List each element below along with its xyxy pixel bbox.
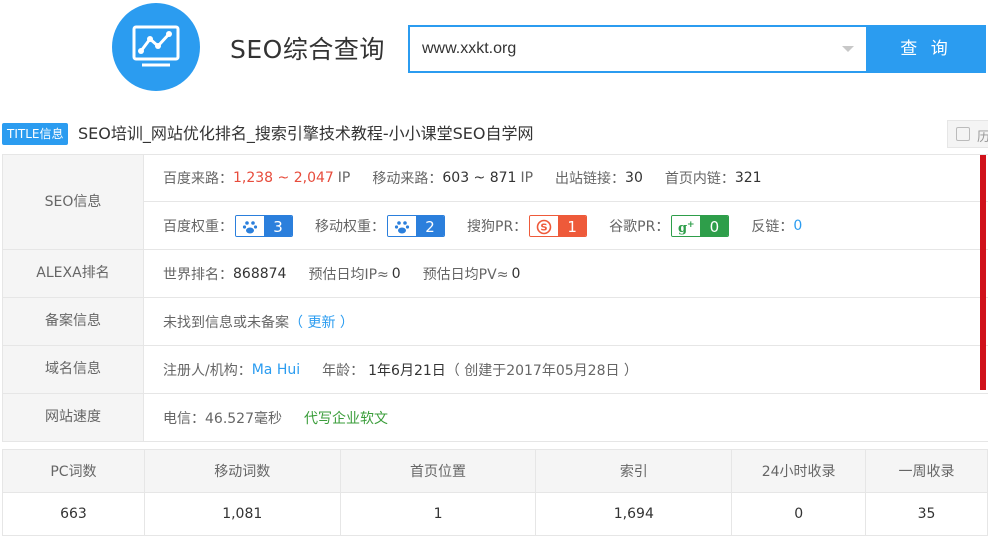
index-header: 索引	[535, 449, 733, 493]
daily-ip-label: 预估日均IP≈	[308, 266, 389, 283]
svg-text:+: +	[687, 220, 695, 230]
baidu-traffic-label: 百度来路：	[163, 171, 233, 187]
backlinks-value[interactable]: 0	[793, 218, 802, 234]
sogou-s-icon: S	[530, 215, 559, 236]
google-pr-value: 0	[700, 215, 729, 236]
seo-query-page: SEO综合查询 查 询 TITLE信息 SEO培训_网站优化排名_搜索引擎技术教…	[0, 0, 988, 538]
side-accent-bar	[980, 155, 986, 390]
svg-text:g: g	[678, 221, 687, 235]
icp-label: 备案信息	[2, 298, 144, 345]
page-title-text: SEO培训_网站优化排名_搜索引擎技术教程-小小课堂SEO自学网	[78, 124, 534, 143]
alexa-line: 世界排名： 868874 预估日均IP≈ 0 预估日均PV≈ 0	[144, 250, 988, 297]
search-box[interactable]	[408, 25, 866, 73]
pc-words-value[interactable]: 663	[2, 492, 145, 536]
seo-traffic-line: 百度来路： 1,238 ~ 2,047 IP 移动来路： 603 ~ 871 I…	[144, 155, 988, 202]
daily-pv-value: 0	[511, 265, 521, 282]
world-rank-value: 868874	[233, 265, 287, 282]
icp-text: 未找到信息或未备案	[163, 314, 289, 331]
baidu-weight-value: 3	[264, 215, 292, 236]
domain-line: 注册人/机构： Ma Hui 年龄： 1年6月21日 （ 创建于2017年05月…	[144, 346, 988, 393]
stats-table: PC词数 移动词数 首页位置 索引 24小时收录 一周收录 663 1,081 …	[2, 449, 988, 536]
seo-label: SEO信息	[2, 155, 144, 249]
registrant-value[interactable]: Ma Hui	[252, 362, 300, 378]
icp-line: 未找到信息或未备案 （ 更新 ）	[144, 298, 988, 345]
alexa-label: ALEXA排名	[2, 250, 144, 297]
app-title: SEO综合查询	[230, 35, 385, 64]
world-rank-label: 世界排名：	[163, 266, 233, 283]
mobile-traffic-unit: IP	[520, 170, 534, 186]
baidu-paw-icon	[236, 215, 264, 236]
seo-weight-line: 百度权重： 3 移动权重： 2 搜狗PR： S 1 谷歌PR： g + 0 反链…	[144, 202, 988, 249]
stats-value-row: 663 1,081 1 1,694 0 35	[2, 492, 988, 536]
mobile-weight-label: 移动权重：	[315, 218, 385, 235]
google-plus-icon: g +	[672, 215, 701, 236]
monitor-chart-icon	[112, 3, 200, 91]
stats-header-row: PC词数 移动词数 首页位置 索引 24小时收录 一周收录	[2, 449, 988, 493]
home-position-value: 1	[339, 492, 537, 536]
baidu-traffic-unit: IP	[337, 170, 351, 186]
mobile-traffic-label: 移动来路：	[372, 171, 443, 187]
title-badge: TITLE信息	[2, 123, 69, 145]
history-button[interactable]: 历	[947, 120, 988, 148]
search-input[interactable]	[422, 27, 832, 71]
info-table: SEO信息 百度来路： 1,238 ~ 2,047 IP 移动来路： 603 ~…	[2, 154, 988, 442]
domain-created: （ 创建于2017年05月28日 ）	[445, 362, 638, 379]
icp-update-link[interactable]: （ 更新 ）	[289, 312, 354, 332]
sogou-pr-badge[interactable]: S 1	[529, 214, 588, 237]
dropdown-caret-icon[interactable]	[842, 46, 854, 52]
inbound-label: 首页内链：	[664, 171, 735, 187]
sogou-pr-label: 搜狗PR：	[467, 218, 528, 235]
indexed-24h-value[interactable]: 0	[731, 492, 867, 536]
baidu-paw-icon	[388, 215, 416, 236]
speed-label: 网站速度	[2, 394, 144, 441]
outbound-label: 出站链接：	[555, 171, 626, 187]
baidu-weight-label: 百度权重：	[163, 218, 233, 235]
indexed-week-header: 一周收录	[865, 449, 988, 493]
home-position-header: 首页位置	[339, 449, 537, 493]
daily-ip-value: 0	[391, 265, 401, 282]
telecom-speed: 电信：46.527毫秒	[163, 410, 282, 427]
ad-link[interactable]: 代写企业软文	[304, 408, 388, 428]
query-button[interactable]: 查 询	[866, 25, 986, 73]
google-pr-badge[interactable]: g + 0	[671, 214, 730, 237]
outbound-value[interactable]: 30	[625, 170, 643, 186]
domain-label: 域名信息	[2, 346, 144, 393]
baidu-traffic-value: 1,238 ~ 2,047	[233, 170, 334, 186]
speed-line: 电信：46.527毫秒 代写企业软文	[144, 394, 988, 441]
history-label: 历	[977, 130, 988, 145]
google-pr-label: 谷歌PR：	[609, 218, 670, 235]
mobile-weight-badge[interactable]: 2	[387, 214, 445, 237]
backlinks-label: 反链：	[751, 218, 794, 235]
alexa-row: ALEXA排名 世界排名： 868874 预估日均IP≈ 0 预估日均PV≈ 0	[2, 250, 988, 298]
history-icon	[956, 127, 970, 141]
daily-pv-label: 预估日均PV≈	[422, 266, 509, 283]
svg-text:S: S	[541, 222, 548, 233]
mobile-weight-value: 2	[416, 215, 444, 236]
age-value: 1年6月21日	[368, 362, 446, 379]
mobile-traffic-value: 603 ~ 871	[442, 170, 517, 186]
speed-row: 网站速度 电信：46.527毫秒 代写企业软文	[2, 394, 988, 442]
registrant-label: 注册人/机构：	[163, 362, 252, 379]
sogou-pr-value: 1	[558, 215, 587, 236]
baidu-weight-badge[interactable]: 3	[235, 214, 293, 237]
icp-row: 备案信息 未找到信息或未备案 （ 更新 ）	[2, 298, 988, 346]
inbound-value[interactable]: 321	[735, 170, 762, 186]
pc-words-header: PC词数	[2, 449, 145, 493]
index-value[interactable]: 1,694	[535, 492, 733, 536]
domain-row: 域名信息 注册人/机构： Ma Hui 年龄： 1年6月21日 （ 创建于201…	[2, 346, 988, 394]
age-label: 年龄：	[322, 362, 365, 379]
indexed-24h-header: 24小时收录	[731, 449, 867, 493]
mobile-words-value[interactable]: 1,081	[143, 492, 341, 536]
seo-row: SEO信息 百度来路： 1,238 ~ 2,047 IP 移动来路： 603 ~…	[2, 155, 988, 250]
mobile-words-header: 移动词数	[143, 449, 341, 493]
indexed-week-value[interactable]: 35	[865, 492, 988, 536]
